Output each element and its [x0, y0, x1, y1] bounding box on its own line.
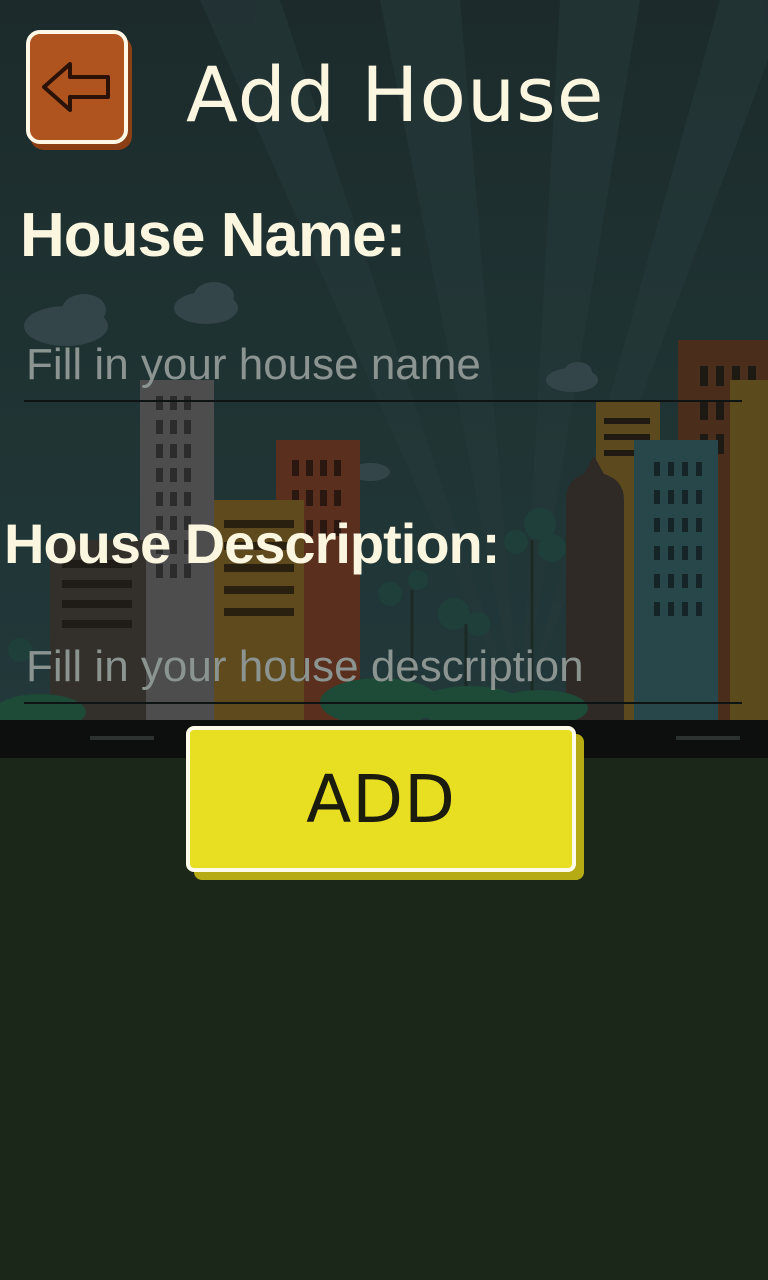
house-description-input[interactable]: [24, 632, 742, 704]
road-marking: [676, 736, 740, 740]
road-marking: [90, 736, 154, 740]
add-button[interactable]: ADD: [186, 726, 576, 872]
house-name-input[interactable]: [24, 330, 742, 402]
page-title: Add House: [186, 50, 605, 139]
house-name-label: House Name:: [20, 201, 406, 270]
arrow-left-icon: [42, 62, 110, 112]
house-description-label: House Description:: [4, 512, 500, 575]
back-button[interactable]: [26, 30, 128, 144]
